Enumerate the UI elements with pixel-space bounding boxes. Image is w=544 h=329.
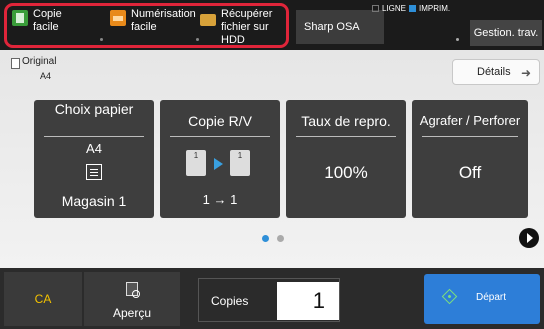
folder-icon <box>200 14 216 26</box>
start-button[interactable]: Départ <box>424 274 540 324</box>
duplex-icon: 1 1 <box>184 150 256 180</box>
print-indicator-icon <box>409 5 417 12</box>
staple-punch-tile[interactable]: Agrafer / Perforer Off <box>412 100 528 218</box>
page-dot[interactable] <box>277 235 284 242</box>
easy-scan-label-1: Numérisation <box>131 8 196 20</box>
retrieve-hdd-label-2: fichier sur HDD <box>221 21 269 46</box>
clear-all-label: CA <box>34 292 52 306</box>
job-status-button[interactable]: Gestion. trav. <box>470 20 542 46</box>
paper-select-title: Choix papier <box>54 101 134 117</box>
sharp-osa-button[interactable]: Sharp OSA <box>296 10 384 44</box>
original-label: Original <box>22 56 57 67</box>
tile-divider <box>422 136 518 137</box>
easy-scan-label-2: facile <box>131 21 157 33</box>
staple-punch-title: Agrafer / Perforer <box>419 113 521 128</box>
copy-ratio-title: Taux de repro. <box>301 113 391 129</box>
preview-button[interactable]: Aperçu <box>84 272 180 326</box>
copies-label: Copies <box>211 294 249 308</box>
start-icon <box>441 288 458 305</box>
next-page-icon[interactable] <box>519 228 539 248</box>
copy-icon <box>12 10 28 26</box>
status-indicators: LIGNE IMPRIM. <box>372 4 450 13</box>
tile-divider <box>44 136 144 137</box>
retrieve-hdd-button[interactable]: Récupérer fichier sur HDD <box>200 8 292 46</box>
job-status-label: Gestion. trav. <box>473 27 539 39</box>
staple-punch-value: Off <box>458 163 482 182</box>
retrieve-hdd-label-1: Récupérer <box>221 8 273 20</box>
document-icon <box>11 58 20 69</box>
tray-icon <box>86 164 102 180</box>
sharp-osa-label: Sharp OSA <box>304 21 360 33</box>
page-dot[interactable] <box>262 235 269 242</box>
separator-dot <box>100 38 103 41</box>
bottom-bar: CA Aperçu Copies 1 Départ <box>0 268 544 329</box>
easy-copy-button[interactable]: Copie facile <box>12 8 104 44</box>
original-size: A4 <box>40 71 52 81</box>
print-status-label: IMPRIM. <box>419 4 451 13</box>
details-button[interactable]: Détails ➜ <box>452 59 540 85</box>
copies-field: Copies 1 <box>198 278 340 322</box>
duplex-copy-title: Copie R/V <box>188 113 252 129</box>
main-panel: Original A4 Détails ➜ Choix papier A4 Ma… <box>0 50 544 268</box>
copy-ratio-tile[interactable]: Taux de repro. 100% <box>286 100 406 218</box>
line-status-label: LIGNE <box>382 4 407 13</box>
copy-ratio-value: 100% <box>324 163 368 182</box>
top-bar: Copie facile Numérisation facile Récupér… <box>0 0 544 50</box>
arrow-right-icon: ➜ <box>520 66 531 80</box>
easy-scan-button[interactable]: Numérisation facile <box>110 8 198 44</box>
duplex-copy-tile[interactable]: Copie R/V 1 1 1 → 1 <box>160 100 280 218</box>
original-info: Original A4 <box>11 56 57 81</box>
tile-divider <box>296 136 396 137</box>
line-indicator-icon <box>372 5 379 12</box>
page-indicator <box>262 235 284 242</box>
arrow-icon <box>214 158 223 170</box>
tile-divider <box>170 136 270 137</box>
page-icon: 1 <box>186 150 206 176</box>
paper-select-tile[interactable]: Choix papier A4 Magasin 1 <box>34 100 154 218</box>
copies-input[interactable]: 1 <box>277 282 339 320</box>
page-icon: 1 <box>230 150 250 176</box>
preview-label: Aperçu <box>112 306 152 320</box>
easy-copy-label-2: facile <box>33 21 59 33</box>
clear-all-button[interactable]: CA <box>4 272 82 326</box>
duplex-copy-value: 1 → 1 <box>202 192 238 207</box>
paper-size-value: A4 <box>86 141 102 156</box>
easy-copy-label-1: Copie <box>33 8 62 20</box>
separator-dot <box>196 38 199 41</box>
start-label: Départ <box>476 292 507 303</box>
scan-icon <box>110 10 126 26</box>
preview-icon <box>126 282 140 298</box>
separator-dot <box>456 38 459 41</box>
details-label: Détails <box>477 66 511 78</box>
paper-tray-value: Magasin 1 <box>61 193 127 209</box>
